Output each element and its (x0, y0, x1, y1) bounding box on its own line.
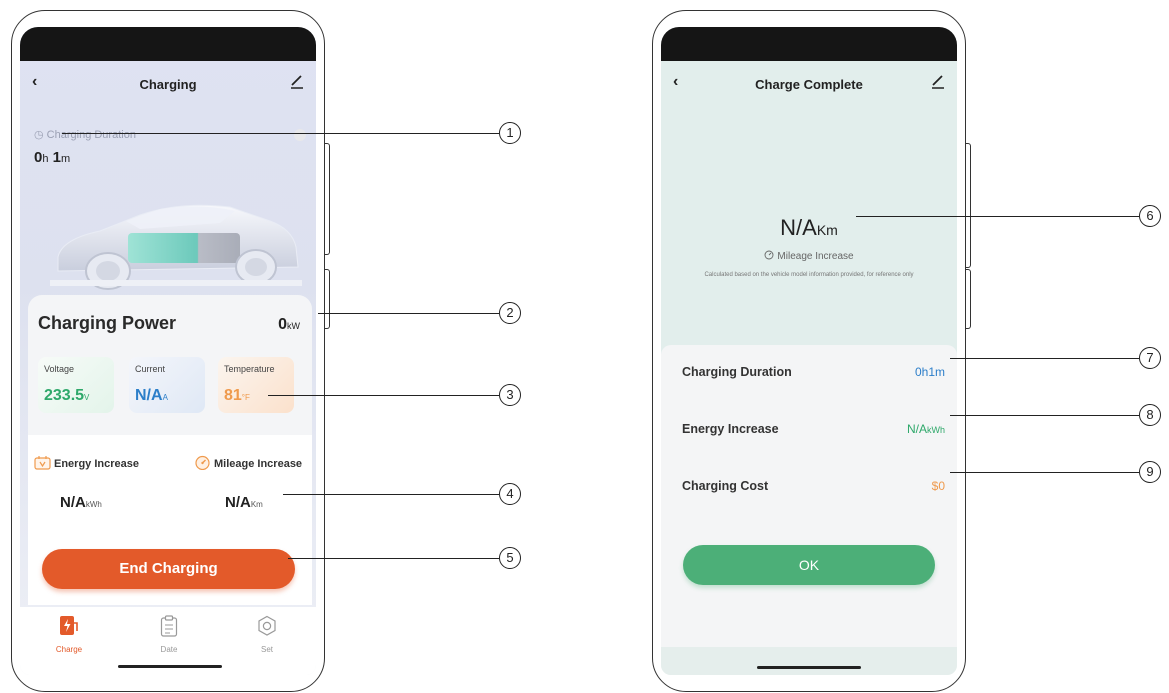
summary-card (661, 345, 957, 675)
clipboard-icon (160, 615, 178, 637)
charge-icon (60, 616, 78, 635)
phone-frame-right: ‹ Charge Complete N/AKm Mileage Increase… (652, 10, 971, 692)
nav-bar: ‹ Charging (20, 67, 316, 101)
energy-increase-value: N/AkWh (906, 422, 945, 436)
tab-bar: Charge Date Set (20, 607, 316, 675)
edit-icon[interactable] (931, 73, 945, 89)
current-card: Current N/AA (129, 357, 205, 413)
callout-line (950, 358, 1139, 360)
status-bar (20, 27, 316, 61)
voltage-label: Voltage (44, 364, 75, 374)
diagram-stage: ‹ Charging ◷ Charging Duration 0h 1m Cha… (0, 0, 1169, 693)
callout-6: 6 (1139, 205, 1161, 227)
page-title: Charge Complete (755, 77, 863, 92)
mileage-increase-heading: Mileage Increase (194, 455, 302, 470)
tab-charge-label: Charge (55, 645, 83, 654)
energy-increase-value: N/AkWh (60, 494, 102, 511)
page-title: Charging (139, 77, 197, 92)
callout-8: 8 (1139, 404, 1161, 426)
charging-duration-label: Charging Duration (682, 365, 792, 379)
tab-charge[interactable]: Charge (44, 615, 94, 654)
charging-screen: ‹ Charging ◷ Charging Duration 0h 1m Cha… (20, 27, 316, 675)
callout-line (950, 472, 1139, 474)
callout-2: 2 (499, 302, 521, 324)
callout-1: 1 (499, 122, 521, 144)
home-indicator (118, 665, 222, 668)
edit-icon[interactable] (290, 73, 304, 89)
callout-line (950, 415, 1139, 417)
phone-frame-left: ‹ Charging ◷ Charging Duration 0h 1m Cha… (11, 10, 330, 692)
charging-duration-value: 0h 1m (34, 149, 71, 166)
temperature-value: 81°F (224, 387, 250, 404)
mileage-increase-value: N/AKm (225, 494, 263, 511)
charging-power-value: 0kW (278, 316, 300, 333)
gauge-icon (764, 250, 774, 260)
home-indicator (757, 666, 861, 669)
charging-power-label: Charging Power (38, 313, 177, 333)
hexagon-settings-icon (258, 615, 276, 636)
side-button (966, 269, 971, 329)
ok-button[interactable]: OK (683, 545, 935, 585)
temperature-card: Temperature 81°F (218, 357, 294, 413)
charging-cost-label: Charging Cost (682, 479, 769, 493)
tab-set[interactable]: Set (242, 615, 292, 654)
callout-line (268, 395, 499, 397)
callout-5: 5 (499, 547, 521, 569)
side-button (325, 143, 330, 255)
clock-icon: ◷ (34, 129, 44, 141)
side-button (325, 269, 330, 329)
temperature-label: Temperature (224, 364, 275, 374)
current-label: Current (135, 364, 166, 374)
callout-line (288, 558, 499, 560)
energy-increase-label: Energy Increase (682, 422, 779, 436)
reference-note: Calculated based on the vehicle model in… (704, 272, 914, 278)
callout-line (318, 313, 499, 315)
nav-bar: ‹ Charge Complete (661, 67, 957, 101)
callout-9: 9 (1139, 461, 1161, 483)
battery-calendar-icon (34, 456, 51, 470)
status-dot (294, 129, 306, 141)
energy-increase-heading: Energy Increase (34, 455, 139, 470)
callout-line (62, 133, 499, 135)
charging-duration-value: 0h1m (914, 365, 945, 379)
charging-cost-value: $0 (931, 479, 945, 493)
voltage-card: Voltage 233.5V (38, 357, 114, 413)
charge-complete-screen: ‹ Charge Complete N/AKm Mileage Increase… (661, 27, 957, 675)
tab-date-label: Date (160, 645, 178, 654)
callout-4: 4 (499, 483, 521, 505)
gauge-icon (195, 455, 210, 470)
voltage-value: 233.5V (44, 387, 90, 404)
side-button (966, 143, 971, 268)
car-illustration (50, 204, 302, 290)
charging-duration-label: ◷ Charging Duration (34, 129, 136, 141)
tab-set-label: Set (260, 645, 273, 654)
callout-3: 3 (499, 384, 521, 406)
end-charging-button[interactable]: End Charging (42, 549, 295, 589)
current-value: N/AA (135, 387, 168, 404)
tab-date[interactable]: Date (144, 615, 194, 654)
status-bar (661, 27, 957, 61)
mileage-increase-value: N/AKm (780, 215, 838, 240)
callout-line (856, 216, 1139, 218)
mileage-increase-label: Mileage Increase (661, 250, 957, 262)
callout-line (283, 494, 499, 496)
callout-7: 7 (1139, 347, 1161, 369)
bottom-strip (661, 647, 957, 675)
